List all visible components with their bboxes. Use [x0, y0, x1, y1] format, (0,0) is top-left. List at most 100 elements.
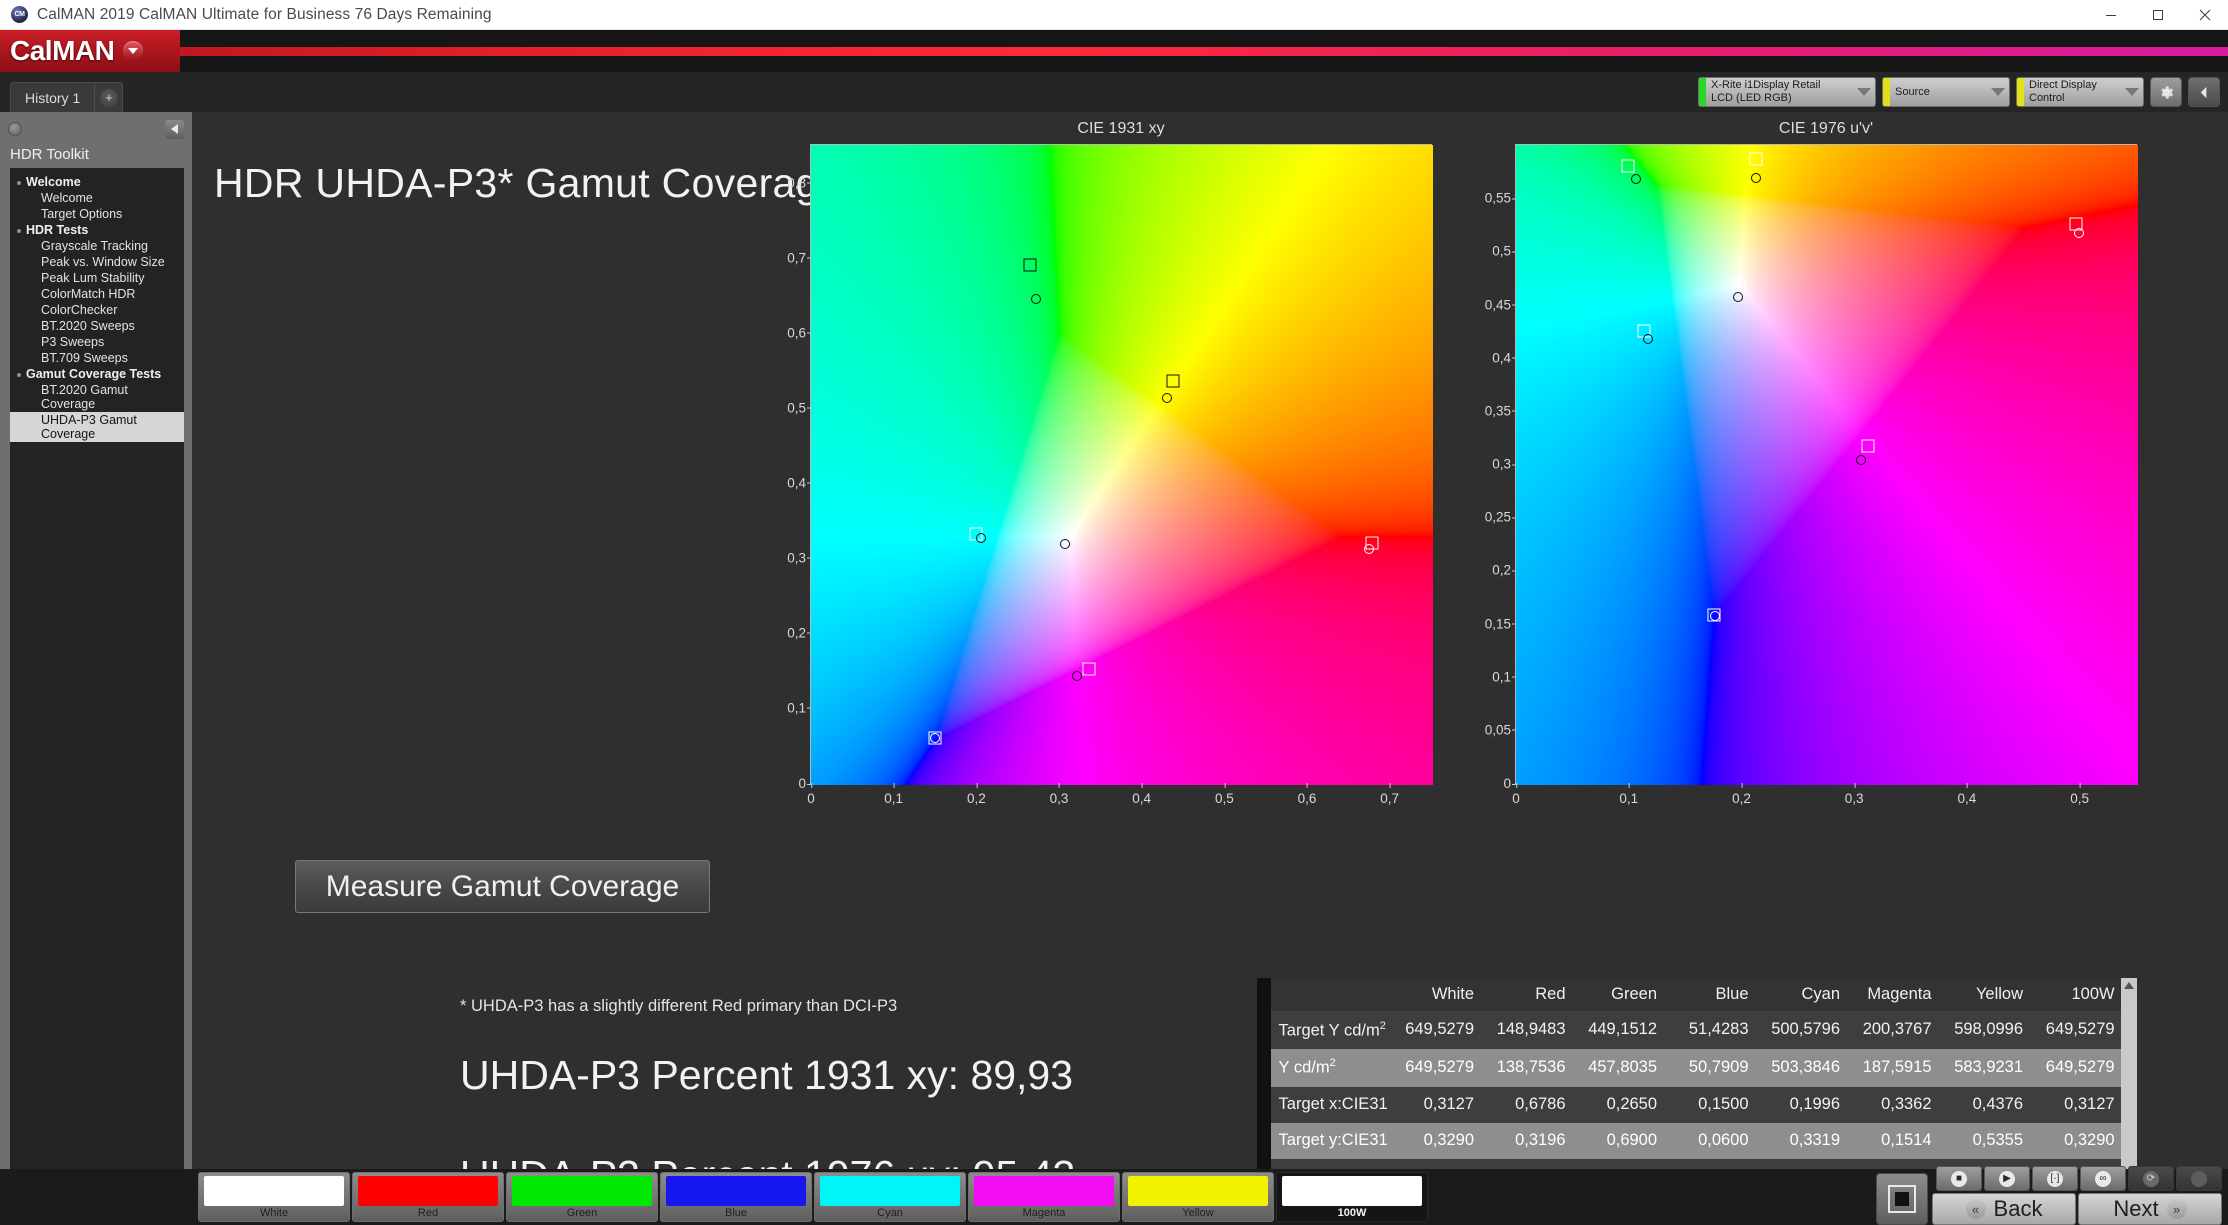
sidebar-item-bt-2020-gamut-coverage[interactable]: BT.2020 Gamut Coverage	[10, 382, 184, 412]
table-cell: 200,3767	[1846, 1011, 1938, 1049]
nav-column: ■ ▶ [·] ∞ ⟳ « Back Next »	[1932, 1166, 2222, 1225]
sidebar-header	[0, 112, 192, 146]
plus-icon: +	[99, 88, 118, 107]
play-button[interactable]: ▶	[1984, 1166, 2030, 1191]
tree-group-welcome[interactable]: Welcome	[10, 174, 184, 190]
gamut-marker-white-measured	[1060, 539, 1071, 550]
table-cell: 0,6900	[1571, 1122, 1664, 1159]
color-patch-cyan[interactable]: Cyan	[814, 1172, 966, 1222]
display-control-selector[interactable]: Direct Display Control	[2016, 77, 2144, 107]
measure-gamut-coverage-button[interactable]: Measure Gamut Coverage	[295, 860, 710, 913]
sidebar-collapse-button[interactable]	[165, 119, 184, 139]
settings-button[interactable]	[2150, 77, 2182, 107]
table-cell: 0,0600	[1663, 1122, 1755, 1159]
source-selector[interactable]: Source	[1882, 77, 2010, 107]
content-area: HDR UHDA-P3* Gamut Coverage CIE 1931 xy …	[192, 112, 2228, 1225]
y-tick-label: 0,1	[1492, 669, 1516, 685]
y-tick-label: 0,2	[1492, 562, 1516, 578]
stop-measure-button[interactable]	[1876, 1173, 1928, 1225]
footnote-text: * UHDA-P3 has a slightly different Red p…	[460, 997, 898, 1015]
chevron-double-right-icon: »	[2166, 1199, 2187, 1219]
table-row-label: Target Y cd/m2	[1270, 1011, 1389, 1049]
scroll-up-icon[interactable]	[2123, 982, 2134, 989]
chevron-down-icon[interactable]	[123, 41, 144, 61]
color-patch-green[interactable]: Green	[506, 1172, 658, 1222]
meter-selector[interactable]: X-Rite i1Display Retail LCD (LED RGB)	[1698, 77, 1876, 107]
cie-1976-plot[interactable]: 0 0,05 0,1 0,15 0,2 0,25 0,3 0,35 0,4 0,45 0,5 0,55…	[1485, 144, 2138, 806]
y-tick-label: 0,4	[1492, 350, 1516, 366]
gamut-marker-magenta-target	[1082, 662, 1096, 676]
color-patch-label: Cyan	[877, 1207, 903, 1219]
window-controls	[2087, 0, 2228, 29]
sidebar-item-welcome[interactable]: Welcome	[10, 190, 184, 206]
x-tick-label: 0,1	[1619, 783, 1639, 806]
color-patch-red[interactable]: Red	[352, 1172, 504, 1222]
next-button[interactable]: Next »	[2078, 1193, 2222, 1225]
toolbar: History 1 + X-Rite i1Display Retail LCD …	[0, 72, 2228, 112]
table-cell: 50,7909	[1663, 1048, 1755, 1087]
table-cell: 0,1996	[1754, 1086, 1847, 1123]
circle-icon	[2191, 1170, 2207, 1187]
collapse-toolbar-button[interactable]	[2188, 77, 2220, 107]
sidebar-item-peak-lum-stability[interactable]: Peak Lum Stability	[10, 270, 184, 286]
cie-1931-plot[interactable]: 0 0,1 0,2 0,3 0,4 0,5 0,6 0,7 0,8 0 0,1 0,2 0,3 0,4 0…	[787, 144, 1433, 806]
sidebar-menu-icon[interactable]	[8, 122, 22, 136]
y-tick-label: 0,3	[787, 550, 811, 566]
y-tick-label: 0,3	[1492, 456, 1516, 472]
y-tick-label: 0	[1503, 776, 1516, 791]
color-patch-100w[interactable]: 100W	[1276, 1172, 1428, 1222]
sidebar-item-peak-vs-window-size[interactable]: Peak vs. Window Size	[10, 254, 184, 270]
maximize-button[interactable]	[2134, 0, 2181, 29]
sidebar-item-colorchecker[interactable]: ColorChecker	[10, 302, 184, 318]
gamut-marker-blue-measured	[1709, 610, 1720, 621]
back-button[interactable]: « Back	[1932, 1193, 2076, 1225]
sidebar-item-p3-sweeps[interactable]: P3 Sweeps	[10, 334, 184, 350]
table-cell: 0,4376	[1937, 1086, 2030, 1123]
gamut-marker-white-target	[1732, 278, 1746, 292]
sidebar-item-bt-709-sweeps[interactable]: BT.709 Sweeps	[10, 350, 184, 366]
window-titlebar: CM CalMAN 2019 CalMAN Ultimate for Busin…	[0, 0, 2228, 30]
tree-group-gamut-coverage-tests[interactable]: Gamut Coverage Tests	[10, 366, 184, 382]
add-tab-button[interactable]: +	[95, 82, 124, 112]
table-row: Target Y cd/m2 649,5279 148,9483 449,1512 51…	[1270, 1011, 2121, 1049]
sidebar-item-bt-2020-sweeps[interactable]: BT.2020 Sweeps	[10, 318, 184, 334]
gamut-marker-cyan-measured	[1642, 333, 1653, 344]
brackets-button[interactable]: [·]	[2032, 1166, 2078, 1191]
sidebar-item-uhda-p3-gamut-coverage[interactable]: UHDA-P3 Gamut Coverage	[10, 412, 184, 442]
sidebar-item-grayscale-tracking[interactable]: Grayscale Tracking	[10, 238, 184, 254]
y-tick-label: 0,1	[787, 700, 811, 716]
color-patch-label: White	[259, 1207, 289, 1219]
x-tick-label: 0,7	[1380, 783, 1400, 806]
minimize-button[interactable]	[2087, 0, 2134, 29]
table-col-header: Blue	[1663, 978, 1755, 1011]
gamut-marker-green-target	[1023, 258, 1037, 272]
color-chip	[666, 1176, 806, 1206]
y-tick-label: 0,7	[787, 250, 811, 266]
table-cell: 51,4283	[1663, 1011, 1755, 1049]
y-tick-label: 0,25	[1484, 509, 1517, 525]
sidebar-item-target-options[interactable]: Target Options	[10, 206, 184, 222]
tab-history-1[interactable]: History 1	[10, 82, 96, 112]
calman-logo[interactable]: CalMAN	[0, 30, 180, 72]
refresh-icon: ⟳	[2143, 1170, 2159, 1187]
cie-1976-chart-title: CIE 1976 u'v'	[1778, 120, 1874, 137]
color-patch-label: Yellow	[1182, 1207, 1214, 1219]
color-patch-yellow[interactable]: Yellow	[1122, 1172, 1274, 1222]
color-patch-blue[interactable]: Blue	[660, 1172, 812, 1222]
stop-button[interactable]: ■	[1936, 1166, 1982, 1191]
continuous-button[interactable]: ∞	[2080, 1166, 2126, 1191]
color-patch-magenta[interactable]: Magenta	[968, 1172, 1120, 1222]
extra-button[interactable]	[2176, 1166, 2222, 1191]
sidebar-item-colormatch-hdr[interactable]: ColorMatch HDR	[10, 286, 184, 302]
tree-group-hdr-tests[interactable]: HDR Tests	[10, 222, 184, 238]
table-cell: 0,5355	[1937, 1122, 2030, 1159]
close-button[interactable]	[2181, 0, 2228, 29]
color-patch-white[interactable]: White	[198, 1172, 350, 1222]
brand-bar: CalMAN	[0, 30, 2228, 72]
x-tick-label: 0	[807, 783, 815, 806]
x-tick-label: 0,2	[966, 783, 986, 806]
page-title: HDR UHDA-P3* Gamut Coverage	[214, 160, 842, 206]
table-col-header: Red	[1480, 978, 1572, 1011]
refresh-button[interactable]: ⟳	[2128, 1166, 2174, 1191]
table-col-header: 100W	[2029, 978, 2121, 1011]
